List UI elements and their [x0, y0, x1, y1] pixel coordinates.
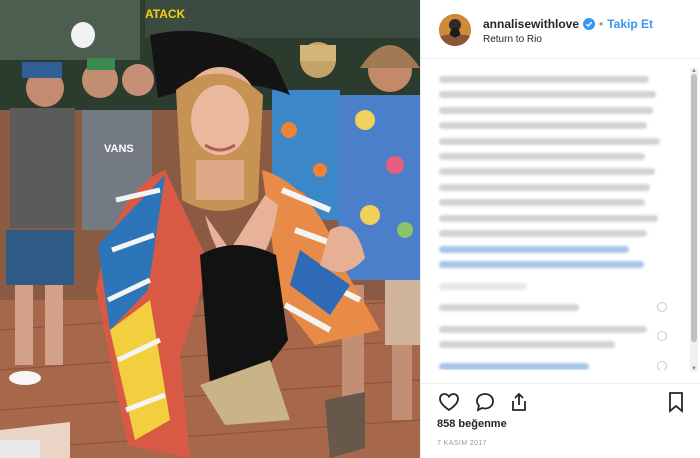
blurred-comment-line	[439, 184, 650, 191]
blurred-comment-line	[439, 215, 658, 222]
post-date[interactable]: 7 KASIM 2017	[437, 440, 487, 447]
share-icon[interactable]	[507, 390, 531, 414]
blurred-comment-line	[439, 363, 589, 370]
post-user-line: annalisewithlove • Takip Et	[483, 17, 653, 31]
comments-scrollbar[interactable]: ▲ ▼	[690, 68, 698, 372]
blurred-comment-line	[439, 138, 660, 145]
post-sidebar: annalisewithlove • Takip Et Return to Rio	[420, 0, 700, 458]
blurred-comment-line	[439, 76, 649, 83]
separator-dot: •	[599, 17, 604, 31]
blurred-comment-line	[439, 341, 615, 348]
blurred-comment-line	[439, 107, 653, 114]
comment-like-icon[interactable]	[657, 361, 667, 370]
blurred-comment-line	[439, 153, 645, 160]
blurred-comment-line	[439, 199, 645, 206]
comment-icon[interactable]	[473, 390, 497, 414]
blurred-comment-line	[439, 326, 647, 333]
blurred-hashtag-line	[439, 246, 629, 253]
photo-image: ATACK VANS	[0, 0, 420, 458]
svg-text:VANS: VANS	[104, 143, 134, 155]
instagram-post: ATACK VANS annalisewithlove • Takip Et R…	[0, 0, 700, 458]
scroll-down-arrow-icon[interactable]: ▼	[690, 366, 698, 372]
scroll-thumb[interactable]	[691, 74, 697, 342]
username[interactable]: annalisewithlove	[483, 17, 579, 31]
verified-badge-icon	[583, 18, 596, 30]
bookmark-icon[interactable]	[664, 390, 688, 414]
blurred-comment-line	[439, 91, 656, 98]
comment-like-icon[interactable]	[657, 331, 667, 341]
location-link[interactable]: Return to Rio	[483, 34, 542, 45]
blurred-comment-line	[439, 304, 579, 311]
avatar-image	[439, 14, 471, 46]
blurred-comment-line	[439, 122, 647, 129]
post-photo[interactable]: ATACK VANS	[0, 0, 420, 458]
avatar[interactable]	[439, 14, 471, 46]
blurred-comment-line	[439, 230, 647, 237]
blurred-hashtag-line	[439, 261, 644, 268]
comments-list[interactable]	[421, 60, 686, 370]
heart-icon[interactable]	[437, 390, 461, 414]
comment-like-icon[interactable]	[657, 302, 667, 312]
likes-count[interactable]: 858 beğenme	[437, 418, 507, 430]
blurred-meta-line	[439, 283, 527, 290]
blurred-comment-line	[439, 168, 655, 175]
post-actions	[421, 383, 700, 420]
post-header: annalisewithlove • Takip Et Return to Rio	[421, 0, 700, 59]
follow-button[interactable]: Takip Et	[607, 17, 653, 31]
sign-text: ATACK	[145, 7, 186, 21]
